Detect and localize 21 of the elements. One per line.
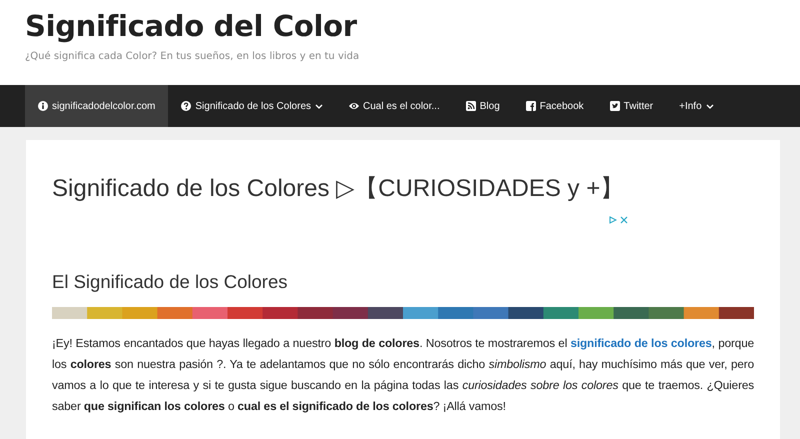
site-title[interactable]: Significado del Color	[25, 8, 775, 44]
nav-item[interactable]: Facebook	[512, 85, 597, 127]
info-icon	[38, 101, 48, 111]
twitter-icon	[610, 101, 620, 111]
rss-icon	[466, 101, 476, 111]
nav-item[interactable]: significadodelcolor.com	[25, 85, 168, 127]
section-heading: El Significado de los Colores	[52, 270, 288, 294]
nav-item[interactable]: Significado de los Colores	[168, 85, 336, 127]
close-icon	[620, 216, 628, 224]
eye-icon	[349, 101, 360, 111]
ad-choices-icon	[609, 216, 617, 224]
nav-item[interactable]: Cual es el color...	[336, 85, 453, 127]
paragraph-link[interactable]: significado de los colores	[570, 337, 712, 350]
site-tagline: ¿Qué significa cada Color? En tus sueños, en los libros y en tu vida	[25, 51, 360, 62]
intro-paragraph: ¡Ey! Estamos encantados que hayas llegado a nuestro blog de colores. Nosotros te mostraremos el significado de los colores, porque los colores son nuestra pasión ?. Ya te adelantamos que no sólo encontrarás dicho simbolismo aquí, hay muchísimo más que ver, pero vamos a lo que te interesa y si te gusta sigue buscando en la página todas las curiosidades sobre los colores que te traemos. ¿Quieres saber que significan los colores o cual es el significado de los colores? ¡Allá vamos!	[52, 336, 754, 415]
nav-item[interactable]: +Info	[666, 85, 727, 127]
facebook-icon	[526, 101, 536, 111]
nav-item[interactable]: Blog	[452, 85, 513, 127]
help-icon	[181, 101, 192, 111]
nav-item[interactable]: Twitter	[596, 85, 666, 127]
article-title: Significado de los Colores ▷【CURIOSIDADES y +】	[52, 174, 626, 204]
